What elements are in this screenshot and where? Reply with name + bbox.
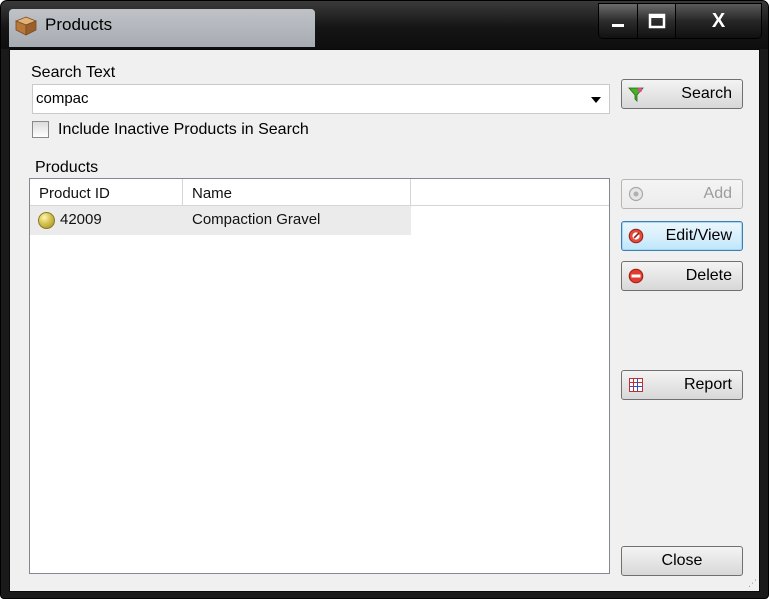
chevron-down-icon[interactable] [591, 97, 601, 103]
caption-buttons: X [598, 3, 762, 39]
include-inactive-checkbox[interactable] [32, 121, 49, 138]
search-input[interactable] [36, 90, 576, 107]
edit-icon [628, 228, 644, 244]
add-circle-icon [628, 186, 644, 202]
delete-button-label: Delete [685, 267, 732, 284]
maximize-button[interactable] [638, 4, 676, 38]
add-button-label: Add [703, 185, 732, 202]
report-button[interactable]: Report [621, 370, 743, 400]
box-icon [15, 16, 37, 36]
edit-view-button[interactable]: Edit/View [621, 221, 743, 251]
search-button[interactable]: Search [621, 79, 743, 109]
column-header-name[interactable]: Name [183, 179, 411, 206]
delete-button[interactable]: Delete [621, 261, 743, 291]
minimize-button[interactable] [599, 4, 638, 38]
column-header-filler [411, 179, 609, 206]
products-table[interactable]: Product ID Name 42009 Compaction Gravel [29, 178, 610, 574]
close-button-label: Close [661, 552, 703, 569]
product-id-cell: 42009 [60, 211, 102, 228]
products-window: Products X Search Text Search [0, 0, 769, 599]
resize-grip-icon[interactable]: ⋰ [748, 578, 757, 589]
close-window-button[interactable]: X [676, 4, 761, 38]
report-button-label: Report [683, 376, 732, 393]
filter-icon [628, 87, 644, 102]
delete-icon [628, 268, 644, 284]
add-button[interactable]: Add [621, 179, 743, 209]
maximize-icon [648, 13, 665, 29]
close-icon: X [711, 9, 726, 32]
minimize-icon [612, 24, 624, 27]
column-header-product-id[interactable]: Product ID [30, 179, 183, 206]
dialog-body: Search Text Search Include Inactive Prod… [9, 49, 760, 592]
yellow-circle-icon [38, 212, 55, 229]
report-grid-icon [629, 378, 643, 392]
table-row[interactable]: 42009 Compaction Gravel [30, 206, 411, 235]
search-text-label: Search Text [31, 64, 116, 81]
close-button[interactable]: Close [621, 546, 743, 576]
search-combobox[interactable] [32, 84, 610, 114]
products-group-label: Products [35, 159, 99, 176]
search-button-label: Search [681, 85, 732, 102]
edit-view-button-label: Edit/View [665, 227, 732, 244]
include-inactive-label[interactable]: Include Inactive Products in Search [58, 121, 309, 139]
window-title: Products [45, 15, 113, 34]
title-bar[interactable]: Products X [1, 1, 768, 49]
product-name-cell: Compaction Gravel [192, 211, 321, 228]
